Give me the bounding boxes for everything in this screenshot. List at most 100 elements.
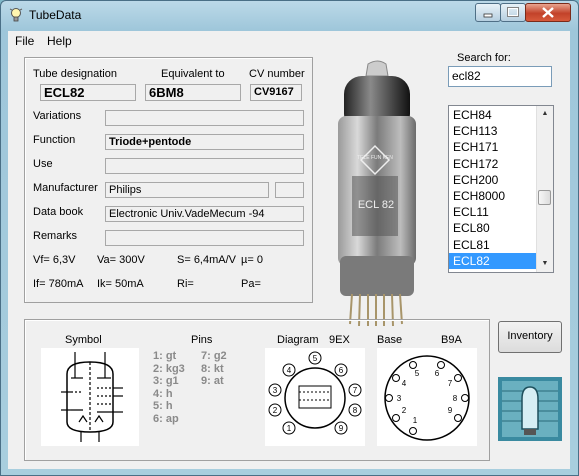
app-window: TubeData File Help Tube designation Equi… [0, 0, 579, 476]
menu-bar: File Help [8, 31, 570, 51]
symbol-label: Symbol [65, 334, 102, 346]
diagram-pin-label: 7 [353, 386, 358, 395]
designation-label: Tube designation [33, 68, 117, 80]
manufacturer-field[interactable]: Philips [105, 182, 269, 198]
tube-info-panel: Tube designation Equivalent to CV number… [24, 57, 313, 303]
list-item[interactable]: ECH200 [449, 172, 537, 188]
base-pin-label: 8 [453, 394, 458, 403]
maximize-icon [507, 7, 519, 17]
s-value: S= 6,4mA/V [177, 254, 237, 266]
pin-item: 9: at [201, 375, 224, 387]
pin-item: 8: kt [201, 362, 224, 375]
base-pin-label: 5 [415, 369, 420, 378]
mu-value: µ= 0 [241, 254, 263, 266]
lightbulb-icon [9, 8, 23, 22]
variations-label: Variations [33, 110, 82, 122]
search-label: Search for: [457, 52, 511, 64]
diagram-pin-label: 1 [287, 424, 292, 433]
pa-value: Pa= [241, 278, 261, 290]
diagram-pin-label: 9 [339, 424, 344, 433]
tube-photo: TELE FUN KEN ECL 82 [316, 56, 440, 328]
client-area: File Help Tube designation Equivalent to… [8, 31, 570, 469]
list-item[interactable]: ECH172 [449, 156, 537, 172]
diagram-code: 9EX [329, 334, 350, 346]
minimize-button[interactable] [475, 3, 501, 22]
list-item[interactable]: ECL80 [449, 220, 537, 236]
tube-logo-text: TELE FUN KEN [357, 155, 393, 161]
equivalent-label: Equivalent to [161, 68, 225, 80]
pin-item: 7: g2 [201, 350, 227, 362]
use-field[interactable] [105, 158, 304, 174]
menu-file[interactable]: File [15, 34, 34, 48]
list-item[interactable]: ECH171 [449, 139, 537, 155]
remarks-label: Remarks [33, 230, 78, 242]
diagram-pin-label: 8 [353, 406, 358, 415]
scroll-thumb[interactable] [538, 190, 551, 205]
list-item[interactable]: ECL11 [449, 204, 537, 220]
designation-field[interactable]: ECL82 [40, 84, 136, 101]
base-pin-label: 6 [435, 369, 440, 378]
manufacturer-label: Manufacturer [33, 182, 98, 194]
pin-item: 4: h [153, 387, 173, 400]
close-icon [542, 7, 554, 18]
va-value: Va= 300V [97, 254, 145, 266]
base-pin-label: 7 [448, 379, 453, 388]
ik-value: Ik= 50mA [97, 278, 144, 290]
base-diagram-image: 1 2 3 4 5 6 7 8 9 [377, 348, 477, 446]
base-label: Base [377, 334, 403, 346]
manufacturer-code-field[interactable] [275, 182, 304, 198]
function-field[interactable]: Triode+pentode [105, 134, 304, 150]
diagram-pin-label: 4 [287, 366, 292, 375]
remarks-field[interactable] [105, 230, 304, 246]
maximize-button[interactable] [500, 3, 526, 22]
diagram-label: Diagram [277, 334, 319, 346]
title-bar[interactable]: TubeData [1, 1, 578, 29]
list-item-selected[interactable]: ECL82 [449, 252, 537, 269]
cv-number-label: CV number [249, 68, 305, 80]
pins-list-right: 7: g2 8: kt 9: at [201, 350, 227, 388]
function-label: Function [33, 134, 76, 146]
use-label: Use [33, 158, 53, 170]
databook-field[interactable]: Electronic Univ.VadeMecum -94 [105, 206, 304, 222]
list-scrollbar[interactable]: ▲ ▼ [536, 106, 553, 272]
diagram-pin-label: 2 [273, 406, 278, 415]
list-item[interactable]: ECL81 [449, 237, 537, 253]
base-pin-label: 9 [448, 406, 453, 415]
variations-field[interactable] [105, 110, 304, 126]
pin-diagram-image: 1 2 3 4 5 6 7 8 9 [265, 348, 365, 446]
base-pin-label: 3 [397, 394, 402, 403]
diagram-panel: Symbol Pins Diagram 9EX Base B9A 1: gt 2… [24, 319, 490, 461]
scroll-up-icon[interactable]: ▲ [537, 107, 553, 121]
base-pin-label: 2 [402, 406, 407, 415]
diagram-pin-label: 5 [313, 354, 318, 363]
pin-item: 1: gt [153, 350, 177, 362]
pins-label: Pins [191, 334, 213, 346]
tube-list-items: ECH84 ECH113 ECH171 ECH172 ECH200 ECH800… [449, 107, 537, 269]
scroll-down-icon[interactable]: ▼ [537, 257, 553, 271]
inventory-button[interactable]: Inventory [498, 321, 562, 353]
cv-number-field[interactable]: CV9167 [250, 84, 302, 101]
search-input[interactable]: ecl82 [448, 66, 552, 87]
close-button[interactable] [525, 3, 571, 22]
base-pin-label: 1 [413, 416, 418, 425]
tube-symbol-image [41, 348, 139, 446]
ri-value: Ri= [177, 278, 194, 290]
app-logo-image [498, 377, 562, 441]
window-title: TubeData [29, 8, 82, 22]
pin-item: 3: g1 [153, 375, 179, 387]
base-code: B9A [441, 334, 462, 346]
pin-item: 6: ap [153, 412, 179, 425]
base-pin-label: 4 [402, 379, 407, 388]
vf-value: Vf= 6,3V [33, 254, 76, 266]
list-item[interactable]: ECH8000 [449, 188, 537, 204]
list-item[interactable]: ECH113 [449, 123, 537, 139]
equivalent-field[interactable]: 6BM8 [145, 84, 241, 101]
pin-item: 5: h [153, 400, 173, 412]
if-value: If= 780mA [33, 278, 84, 290]
minimize-icon [483, 13, 493, 18]
list-item[interactable]: ECH84 [449, 107, 537, 123]
menu-help[interactable]: Help [47, 34, 72, 48]
tube-print-text: ECL 82 [358, 199, 394, 211]
pin-item: 2: kg3 [153, 362, 185, 375]
tube-list[interactable]: ECH84 ECH113 ECH171 ECH172 ECH200 ECH800… [448, 105, 554, 273]
